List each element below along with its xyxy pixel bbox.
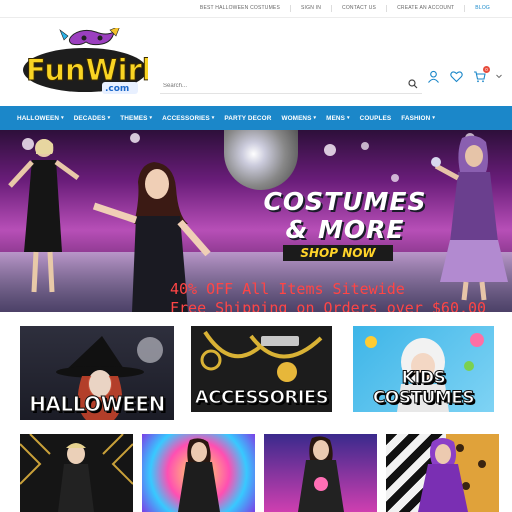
site-logo[interactable]: FunWirks .com [22,25,179,98]
chevron-down-icon: ▾ [432,115,435,121]
nav-item-themes[interactable]: THEMES ▾ [115,115,157,122]
link-contact-us[interactable]: CONTACT US [331,5,386,12]
product-tile-3[interactable] [264,434,377,512]
link-blog[interactable]: BLOG [464,5,500,12]
gypsy-costume-model-image [431,135,508,301]
chevron-down-icon: ▾ [347,115,350,121]
cart-icon[interactable]: 0 [473,66,490,83]
hero-banner[interactable]: COSTUMES & MORE SHOP NOW 40% OFF All Ite… [0,130,512,312]
nav-item-fashion[interactable]: FASHION ▾ [396,115,440,122]
product-tile-1[interactable] [20,434,133,512]
shop-now-button[interactable]: SHOP NOW [283,245,393,261]
promo-line-shipping: Free Shipping on Orders over $60.00 [170,299,487,312]
search-input[interactable] [160,77,380,95]
logo-wordmark: FunWirks [26,53,148,87]
chevron-down-icon: ▾ [149,115,153,121]
category-tile-accessories[interactable]: ACCESSORIES [191,326,332,412]
chevron-down-icon[interactable] [496,70,502,83]
nav-item-party-decor[interactable]: PARTY DECOR [219,115,276,122]
hero-headline-line-1: COSTUMES [263,187,427,216]
art-deco-flapper-image [20,434,133,512]
chevron-down-icon: ▾ [211,115,215,121]
search-icon[interactable] [408,79,418,89]
promo-ticker: 40% OFF All Items Sitewide Free Shipping… [170,280,512,312]
top-utility-bar: BEST HALLOWEEN COSTUMES SIGN IN CONTACT … [0,0,512,18]
chevron-down-icon: ▾ [61,115,64,121]
link-best-halloween-costumes[interactable]: BEST HALLOWEEN COSTUMES [190,5,290,12]
category-label-kids-costumes: KIDS COSTUMES [372,368,475,409]
category-label-accessories: ACCESSORIES [194,387,329,409]
category-tile-kids-costumes[interactable]: KIDS COSTUMES [353,326,494,412]
nav-item-mens[interactable]: MENS ▾ [321,115,355,122]
site-header: FunWirks .com [0,18,512,106]
link-sign-in[interactable]: SIGN IN [290,5,331,12]
chevron-down-icon: ▾ [107,115,111,121]
wishlist-heart-icon[interactable] [450,70,463,83]
main-nav: HALLOWEEN ▾ DECADES ▾ THEMES ▾ ACCESSORIES ▾… [0,106,512,130]
product-tile-2[interactable] [142,434,255,512]
svg-text:.com: .com [105,84,129,94]
promo-line-sale: 40% OFF All Items Sitewide [170,280,405,298]
top-links: BEST HALLOWEEN COSTUMES SIGN IN CONTACT … [190,5,500,12]
nav-item-decades[interactable]: DECADES ▾ [69,115,116,122]
tie-dye-costume-image [178,438,220,512]
flapper-costume-model-image [8,139,80,293]
retro-costume-image [298,436,344,512]
link-create-account[interactable]: CREATE AN ACCOUNT [386,5,464,12]
category-tile-halloween[interactable]: HALLOWEEN [20,326,174,420]
nav-item-halloween[interactable]: HALLOWEEN ▾ [12,115,69,122]
hero-headline: COSTUMES & MORE [255,188,435,244]
product-tile-4[interactable] [386,434,499,512]
animal-print-costume-image [418,434,499,512]
search-bar [160,74,422,95]
header-icons: 0 [427,66,502,83]
nav-item-accessories[interactable]: ACCESSORIES ▾ [157,115,219,122]
category-label-halloween: HALLOWEEN [29,392,166,417]
chevron-down-icon: ▾ [313,115,317,121]
hero-headline-line-2: & MORE [285,215,405,244]
cart-count-badge: 0 [483,66,490,73]
account-icon[interactable] [427,70,440,83]
nav-item-womens[interactable]: WOMENS ▾ [276,115,321,122]
nav-item-couples[interactable]: COUPLES [355,115,397,122]
